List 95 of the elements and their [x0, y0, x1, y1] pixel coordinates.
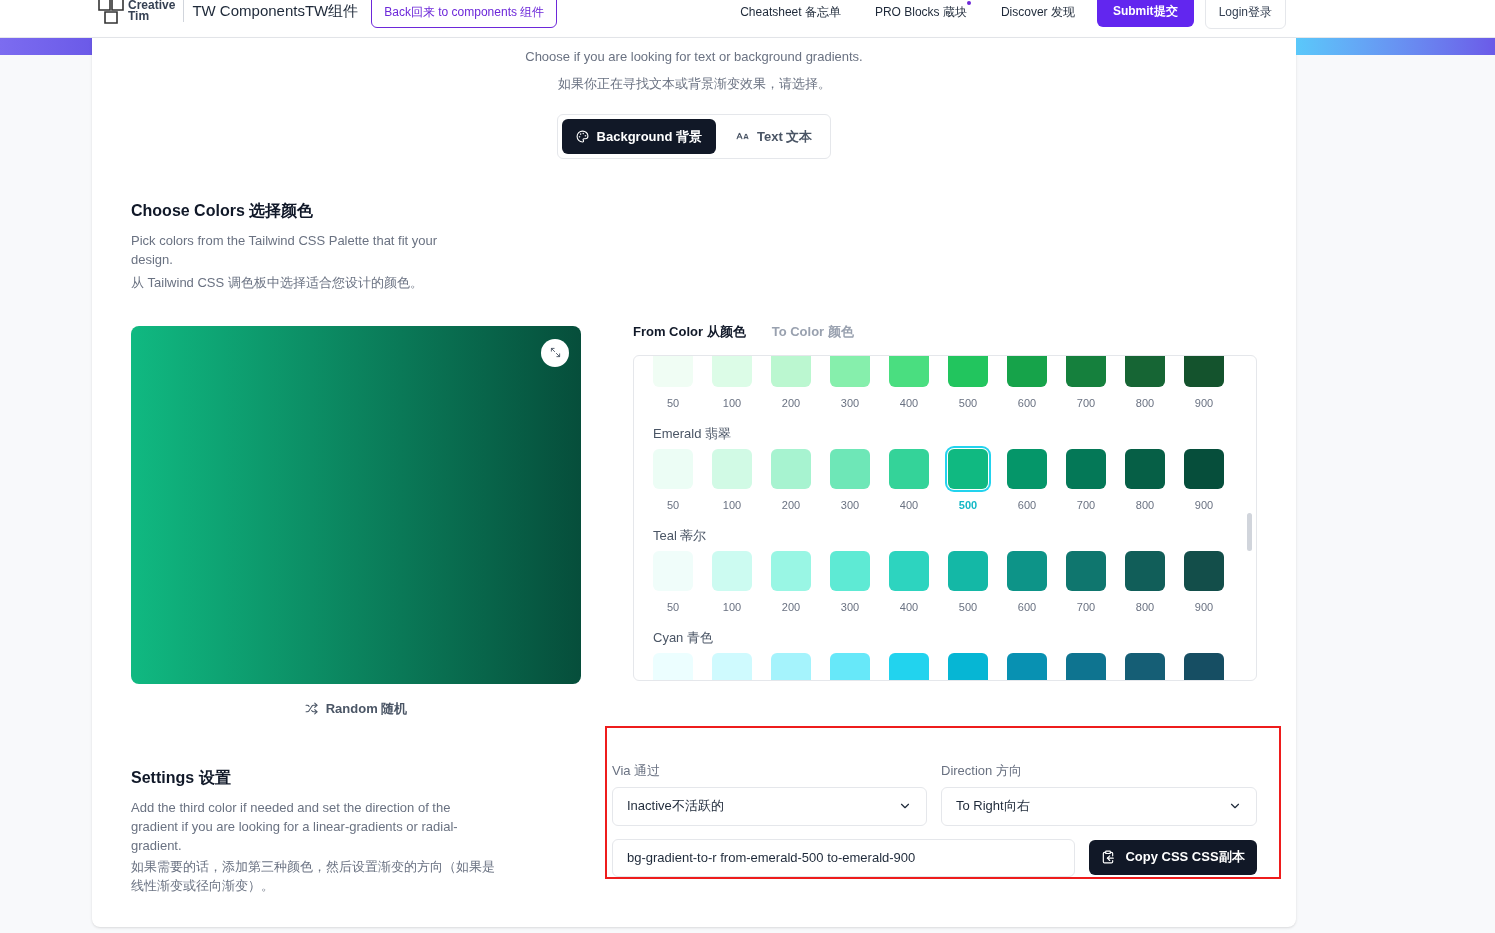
- shade-label: 800: [1135, 498, 1155, 513]
- color-swatch[interactable]: [1125, 449, 1165, 489]
- shade-label: 200: [781, 600, 801, 615]
- palette-name: Cyan 青色: [653, 628, 713, 647]
- shade-label: 600: [1017, 498, 1037, 513]
- nav-link[interactable]: Discover 发现: [1000, 3, 1075, 21]
- shade-label: 100: [722, 600, 742, 615]
- expand-button[interactable]: [541, 338, 569, 367]
- color-swatch[interactable]: [948, 449, 988, 489]
- css-output-field[interactable]: bg-gradient-to-r from-emerald-500 to-emerald-900: [612, 838, 1075, 877]
- shade-label: 100: [722, 396, 742, 411]
- site-title: TW ComponentsTW组件: [192, 1, 359, 21]
- section-description: 如果需要的话，添加第三种颜色，然后设置渐变的方向（如果是线性渐变或径向渐变）。: [131, 858, 496, 895]
- shade-label: 50: [666, 498, 680, 513]
- color-swatch[interactable]: [712, 551, 752, 591]
- expand-icon: [549, 347, 561, 358]
- back-link[interactable]: Back回来 to components 组件: [371, 0, 558, 28]
- shade-label: 800: [1135, 600, 1155, 615]
- shade-label: 300: [840, 396, 860, 411]
- color-tab[interactable]: From Color 从颜色: [633, 321, 746, 341]
- submit-button[interactable]: Submit提交: [1096, 0, 1194, 27]
- palette-icon: [575, 130, 589, 143]
- clipboard-icon: [1101, 850, 1116, 864]
- intro-text: Choose if you are looking for text or background gradients.: [525, 48, 863, 66]
- color-swatch[interactable]: [830, 449, 870, 489]
- color-swatch[interactable]: [1066, 449, 1106, 489]
- section-title: Settings 设置: [131, 768, 232, 788]
- color-swatch[interactable]: [889, 449, 929, 489]
- section-description: Pick colors from the Tailwind CSS Palette that fit your design.: [131, 232, 439, 269]
- color-swatch[interactable]: [889, 551, 929, 591]
- section-title: Choose Colors 选择颜色: [131, 201, 315, 221]
- field-label: Via 通过: [612, 762, 662, 780]
- shade-label: 700: [1076, 498, 1096, 513]
- select-field[interactable]: To Right向右: [941, 786, 1257, 826]
- color-swatch[interactable]: [1066, 551, 1106, 591]
- shade-label: 400: [899, 498, 919, 513]
- shade-label: 500: [958, 600, 978, 615]
- color-swatch[interactable]: [1007, 356, 1047, 387]
- color-swatch[interactable]: [712, 356, 752, 387]
- nav-link[interactable]: Cheatsheet 备忘单: [740, 3, 841, 21]
- field-label: Direction 方向: [941, 762, 1023, 780]
- color-swatch[interactable]: [1184, 449, 1224, 489]
- shade-label: 900: [1194, 498, 1214, 513]
- palette-name: Emerald 翡翠: [653, 424, 732, 443]
- logo-icon: [98, 0, 124, 24]
- logo[interactable]: Creative Tim: [98, 0, 176, 30]
- shade-label: 50: [666, 396, 680, 411]
- shade-label: 700: [1076, 396, 1096, 411]
- color-swatch[interactable]: [1066, 356, 1106, 387]
- shade-label: 400: [899, 396, 919, 411]
- shade-label: 300: [840, 600, 860, 615]
- shade-label: 500: [958, 396, 978, 411]
- color-swatch[interactable]: [1184, 356, 1224, 387]
- color-swatch[interactable]: [771, 551, 811, 591]
- mode-tab[interactable]: Background 背景: [561, 119, 717, 154]
- shade-label: 200: [781, 396, 801, 411]
- color-swatch[interactable]: [712, 449, 752, 489]
- color-swatch[interactable]: [1125, 356, 1165, 387]
- shade-label: 400: [899, 600, 919, 615]
- copy-css-button[interactable]: Copy CSS CSS副本: [1089, 839, 1257, 875]
- shade-label: 600: [1017, 600, 1037, 615]
- color-swatch[interactable]: [1007, 551, 1047, 591]
- login-button[interactable]: Login登录: [1204, 0, 1286, 29]
- shade-label: 50: [666, 600, 680, 615]
- shade-label: 200: [781, 498, 801, 513]
- nav-link[interactable]: PRO Blocks 蔵块: [874, 3, 967, 21]
- color-swatch[interactable]: [771, 356, 811, 387]
- color-swatch[interactable]: [830, 551, 870, 591]
- select-field[interactable]: Inactive不活跃的: [612, 786, 927, 826]
- logo-text: Creative: [128, 0, 176, 11]
- shade-label: 100: [722, 498, 742, 513]
- shade-label: 500: [958, 498, 978, 513]
- color-swatch[interactable]: [1007, 449, 1047, 489]
- shade-label: 700: [1076, 600, 1096, 615]
- logo-text: Tim: [128, 11, 151, 22]
- color-swatch[interactable]: [1184, 551, 1224, 591]
- shade-label: 300: [840, 498, 860, 513]
- shuffle-icon: [304, 701, 318, 715]
- shade-label: 600: [1017, 396, 1037, 411]
- color-swatch[interactable]: [830, 356, 870, 387]
- shade-label: 800: [1135, 396, 1155, 411]
- color-swatch[interactable]: [1125, 551, 1165, 591]
- scrollbar[interactable]: [1247, 513, 1252, 551]
- intro-text: 如果你正在寻找文本或背景渐变效果，请选择。: [557, 74, 831, 93]
- shade-label: 900: [1194, 396, 1214, 411]
- palette-name: Teal 蒂尔: [653, 526, 707, 545]
- color-swatch[interactable]: [653, 356, 693, 387]
- section-description: Add the third color if needed and set the direction of the gradient if you are looking for a linear-gradients or radial-gradient.: [131, 799, 459, 855]
- color-swatch[interactable]: [948, 356, 988, 387]
- color-swatch[interactable]: [889, 356, 929, 387]
- color-swatch[interactable]: [948, 551, 988, 591]
- shade-label: 900: [1194, 600, 1214, 615]
- section-description: 从 Tailwind CSS 调色板中选择适合您设计的颜色。: [131, 274, 424, 292]
- random-button[interactable]: Random 随机: [304, 698, 408, 718]
- color-swatch[interactable]: [771, 449, 811, 489]
